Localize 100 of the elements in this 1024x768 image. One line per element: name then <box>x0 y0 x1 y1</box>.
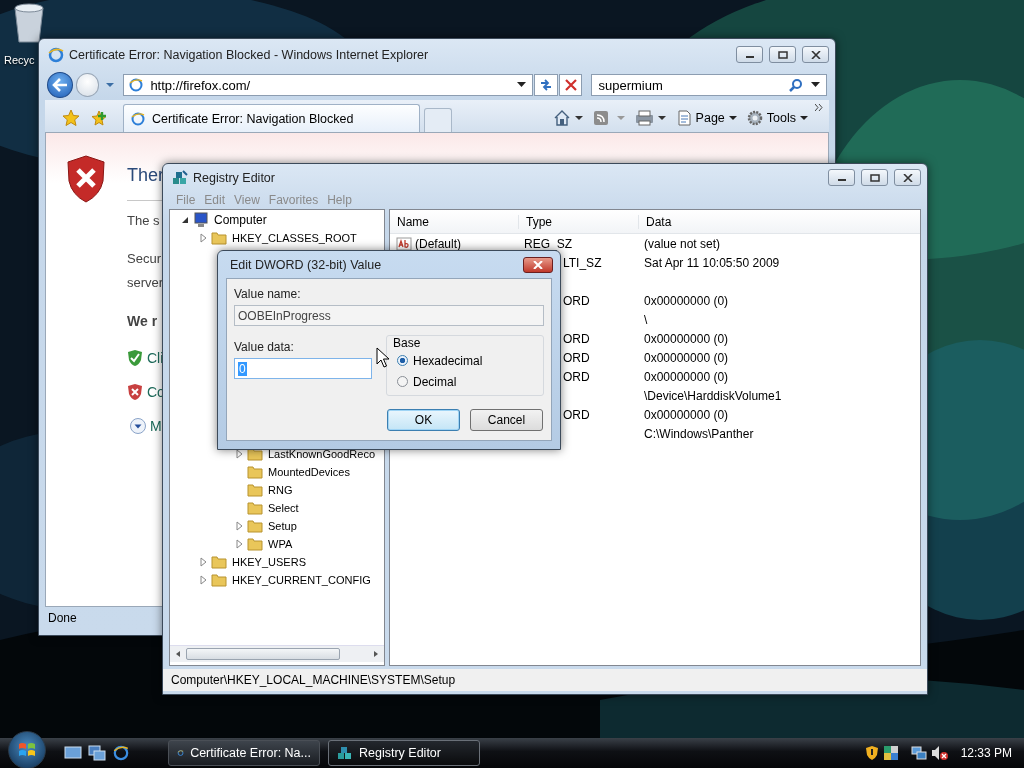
table-cell: (Default) <box>415 236 461 251</box>
expand-circle-icon[interactable] <box>129 417 147 435</box>
scroll-left-icon[interactable] <box>174 650 182 658</box>
chevron-icon[interactable] <box>815 104 823 111</box>
taskbar-button[interactable]: Registry Editor <box>328 740 480 766</box>
switch-windows-icon[interactable] <box>88 745 106 761</box>
stop-button[interactable] <box>558 74 583 96</box>
taskbar-button[interactable]: Certificate Error: Na... <box>168 740 320 766</box>
table-cell: 0x00000000 (0) <box>644 293 729 308</box>
ie-logo-icon[interactable] <box>112 744 130 762</box>
paragraph-text: server <box>127 274 164 292</box>
column-header[interactable]: Name <box>390 214 518 229</box>
close-icon <box>533 260 543 269</box>
option-link[interactable]: M <box>150 418 162 434</box>
browser-tab[interactable]: Certificate Error: Navigation Blocked <box>123 104 420 132</box>
expand-arrow-icon[interactable] <box>234 449 244 459</box>
tree-item[interactable]: WPA <box>268 538 293 550</box>
registry-cubes-icon <box>172 169 188 186</box>
dropdown-caret-icon[interactable] <box>811 82 820 88</box>
error-heading: Ther <box>127 165 164 186</box>
volume-muted-icon[interactable] <box>930 745 949 761</box>
column-header[interactable]: Data <box>638 214 920 229</box>
scroll-right-icon[interactable] <box>372 650 380 658</box>
folder-icon <box>247 464 263 480</box>
close-icon <box>810 50 821 59</box>
folder-icon <box>247 482 263 498</box>
tree-item[interactable]: HKEY_USERS <box>232 556 306 568</box>
shield-error-icon <box>127 383 143 401</box>
table-cell: \Device\HarddiskVolume1 <box>644 388 782 403</box>
close-button[interactable] <box>894 169 921 186</box>
gear-icon <box>746 110 763 126</box>
page-menu[interactable]: Page <box>672 104 740 132</box>
window-title: Certificate Error: Navigation Blocked - Windows Internet Explorer <box>69 47 429 62</box>
caret-icon <box>800 115 808 121</box>
printer-icon <box>634 110 654 126</box>
close-button[interactable] <box>802 46 829 63</box>
ok-button[interactable]: OK <box>387 409 460 431</box>
status-text: Done <box>48 611 77 625</box>
table-cell: REG_SZ <box>524 236 572 251</box>
caret-icon <box>616 115 625 121</box>
minimize-button[interactable] <box>736 46 763 63</box>
tree-item[interactable]: HKEY_CURRENT_CONFIG <box>232 574 371 586</box>
cancel-button[interactable]: Cancel <box>470 409 543 431</box>
history-dropdown-icon[interactable] <box>106 82 115 88</box>
tools-menu[interactable]: Tools <box>743 104 811 132</box>
tree-item[interactable]: Computer <box>214 213 267 227</box>
window-title: Registry Editor <box>193 170 275 185</box>
colored-tiles-icon[interactable] <box>882 745 899 761</box>
caret-icon <box>574 115 583 121</box>
option-link[interactable]: Cli <box>147 350 164 366</box>
close-button[interactable] <box>523 256 553 273</box>
star-icon <box>62 109 80 127</box>
radio-button[interactable]: Hexadecimal <box>393 350 537 371</box>
close-icon <box>902 173 913 182</box>
table-cell: (value not set) <box>644 236 721 251</box>
maximize-icon <box>777 50 788 59</box>
tree-item[interactable]: HKEY_CLASSES_ROOT <box>232 232 357 244</box>
folder-icon <box>247 500 263 516</box>
search-icon[interactable] <box>789 78 803 92</box>
value-name-field[interactable]: OOBEInProgress <box>234 305 544 326</box>
table-cell: LTI_SZ <box>563 255 602 270</box>
horizontal-scrollbar[interactable] <box>170 645 384 662</box>
dialog-title: Edit DWORD (32-bit) Value <box>230 257 382 272</box>
maximize-button[interactable] <box>861 169 888 186</box>
security-shield-icon[interactable] <box>864 745 879 761</box>
ie-logo-icon <box>130 110 146 127</box>
desktop-icon-label[interactable]: Recyc <box>4 54 35 66</box>
tree-item[interactable]: Select <box>268 502 299 514</box>
start-button[interactable] <box>8 731 46 768</box>
clock[interactable]: 12:33 PM <box>960 746 1012 760</box>
tree-item[interactable]: Setup <box>268 520 297 532</box>
radio-button[interactable]: Decimal <box>393 371 537 392</box>
table-cell: ORD <box>563 407 590 422</box>
folder-icon <box>211 230 227 246</box>
show-desktop-icon[interactable] <box>64 745 82 761</box>
refresh-button[interactable] <box>533 74 558 96</box>
string-value-icon <box>396 235 412 252</box>
tree-item[interactable]: RNG <box>268 484 293 496</box>
minimize-button[interactable] <box>828 169 855 186</box>
table-cell: C:\Windows\Panther <box>644 426 754 441</box>
group-label: Base <box>393 336 422 350</box>
search-field[interactable]: supermium <box>591 74 827 96</box>
back-button[interactable] <box>47 72 73 98</box>
tree-item[interactable]: MountedDevices <box>268 466 350 478</box>
network-icon[interactable] <box>910 745 927 761</box>
paragraph-text: Secur <box>127 250 162 268</box>
maximize-button[interactable] <box>769 46 796 63</box>
table-cell: 0x00000000 (0) <box>644 369 729 384</box>
star-plus-icon <box>90 109 108 127</box>
column-header[interactable]: Type <box>518 214 638 229</box>
dropdown-caret-icon[interactable] <box>516 82 526 88</box>
document-icon <box>675 110 692 126</box>
recycle-bin-icon[interactable] <box>11 2 47 44</box>
registry-cubes-icon <box>337 745 353 761</box>
field-label: Value data: <box>234 340 295 356</box>
table-cell: ORD <box>563 331 590 346</box>
folder-icon <box>247 518 263 534</box>
address-field[interactable]: http://firefox.com/ <box>123 74 533 96</box>
tree-item[interactable]: LastKnownGoodReco <box>268 448 375 460</box>
collapse-arrow-icon[interactable] <box>180 215 190 225</box>
